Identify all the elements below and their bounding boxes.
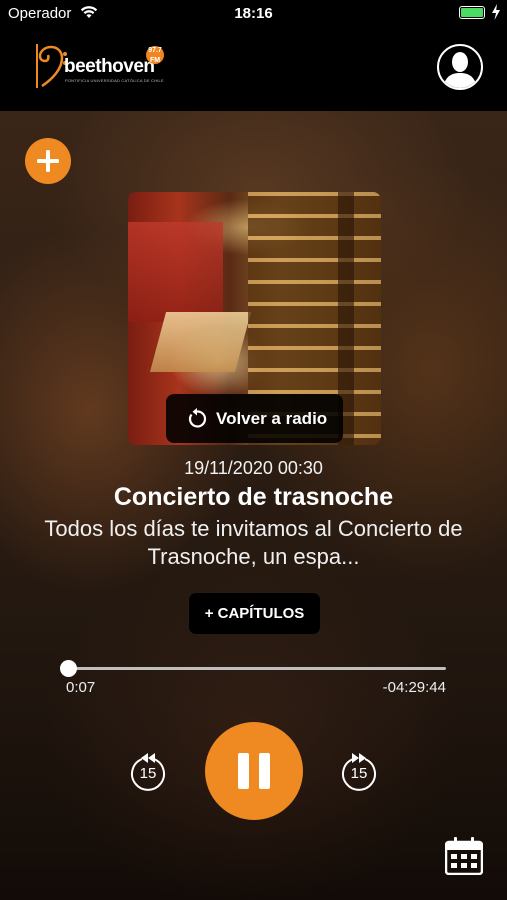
logo-subtitle: PONTIFICIA UNIVERSIDAD CATÓLICA DE CHILE xyxy=(65,78,164,83)
charging-icon xyxy=(491,4,501,25)
bass-clef-icon xyxy=(36,44,67,88)
logo-text: beethoven xyxy=(64,56,155,77)
progress-thumb[interactable] xyxy=(60,660,77,677)
profile-button[interactable] xyxy=(437,44,483,90)
elapsed-time: 0:07 xyxy=(66,679,96,696)
plus-icon xyxy=(37,150,59,172)
chapters-button[interactable]: + CAPÍTULOS xyxy=(189,593,320,634)
beethoven-logo[interactable]: beethoven PONTIFICIA UNIVERSIDAD CATÓLIC… xyxy=(34,42,169,90)
pause-icon xyxy=(238,753,249,789)
battery-icon xyxy=(459,6,485,19)
program-date: 19/11/2020 00:30 xyxy=(184,458,323,478)
schedule-button[interactable] xyxy=(444,837,484,876)
calendar-icon xyxy=(444,837,484,876)
pause-button[interactable] xyxy=(205,722,303,820)
forward-seconds: 15 xyxy=(350,765,368,782)
player-screen: Volver a radio 19/11/2020 00:30 Conciert… xyxy=(0,111,507,900)
clock: 18:16 xyxy=(234,5,273,22)
status-bar: Operador 18:16 xyxy=(0,0,507,28)
forward-15-button[interactable]: 15 xyxy=(339,751,379,795)
frequency-badge: 97.7 FM xyxy=(146,46,164,64)
rewind-15-button[interactable]: 15 xyxy=(128,751,168,795)
user-icon xyxy=(443,52,477,88)
program-title: Concierto de trasnoche xyxy=(113,483,394,511)
remaining-time: -04:29:44 xyxy=(382,679,446,696)
back-to-radio-button[interactable]: Volver a radio xyxy=(166,394,343,443)
replay-icon xyxy=(186,408,208,435)
add-button[interactable] xyxy=(25,138,71,184)
program-description: Todos los días te invitamos al Concierto… xyxy=(44,516,463,569)
rewind-seconds: 15 xyxy=(139,765,157,782)
app-header: beethoven PONTIFICIA UNIVERSIDAD CATÓLIC… xyxy=(0,28,507,111)
back-to-radio-label: Volver a radio xyxy=(216,409,328,428)
progress-track[interactable] xyxy=(68,667,446,670)
